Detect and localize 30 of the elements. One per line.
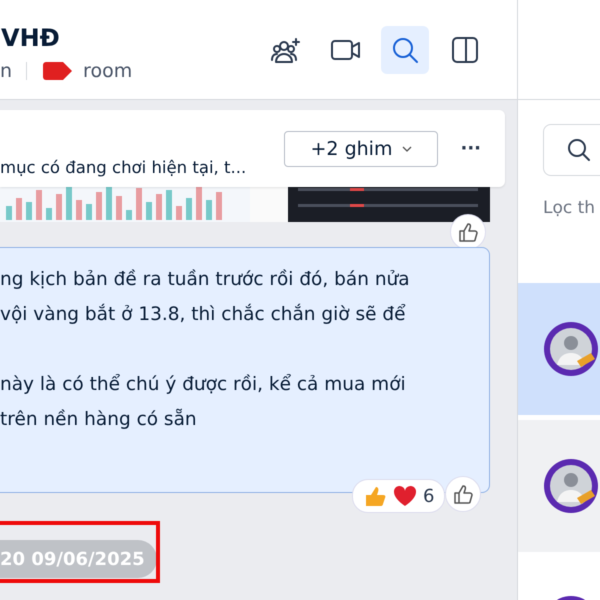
conversation-item[interactable]: [518, 420, 600, 552]
group-add-icon: [270, 36, 300, 64]
filter-label: Lọc th: [543, 198, 596, 218]
avatar-icon: [543, 458, 599, 514]
thumbs-up-icon: [363, 484, 387, 508]
message-text-line: trên nền hàng có sẵn: [0, 408, 198, 432]
message-text-line: ng kịch bản đề ra tuần trước rồi đó, bán nửa: [0, 268, 411, 292]
conversation-item[interactable]: [518, 283, 600, 415]
chat-subtitle: n: [0, 60, 12, 82]
thumbs-up-icon: [457, 221, 479, 243]
heart-icon: [393, 485, 417, 507]
tag-label: room: [83, 60, 132, 82]
reaction-count: 6: [423, 486, 434, 506]
search-icon: [566, 137, 592, 163]
search-button[interactable]: [381, 26, 429, 74]
avatar-icon: [543, 321, 599, 377]
caret-icon: [402, 146, 412, 152]
message-text-line: vội vàng bắt ở 13.8, thì chắc chắn giờ sẽ để: [0, 302, 407, 327]
search-field[interactable]: [543, 124, 600, 176]
reaction-summary[interactable]: 6: [352, 479, 446, 513]
like-button[interactable]: [445, 476, 481, 512]
date-timestamp: 20 09/06/2025: [0, 540, 157, 578]
pinned-message-text[interactable]: mục có đang chơi hiện tại, t...: [0, 120, 284, 177]
side-panel-icon: [451, 36, 479, 64]
message-text-line: này là có thể chú ý được rồi, kể cả mua mới: [0, 373, 407, 397]
chat-title: VHĐ: [0, 24, 61, 52]
more-options-button[interactable]: ···: [460, 138, 481, 159]
search-icon: [391, 36, 419, 64]
thumbs-up-icon: [452, 483, 474, 505]
more-pins-button[interactable]: +2 ghim: [284, 130, 438, 166]
